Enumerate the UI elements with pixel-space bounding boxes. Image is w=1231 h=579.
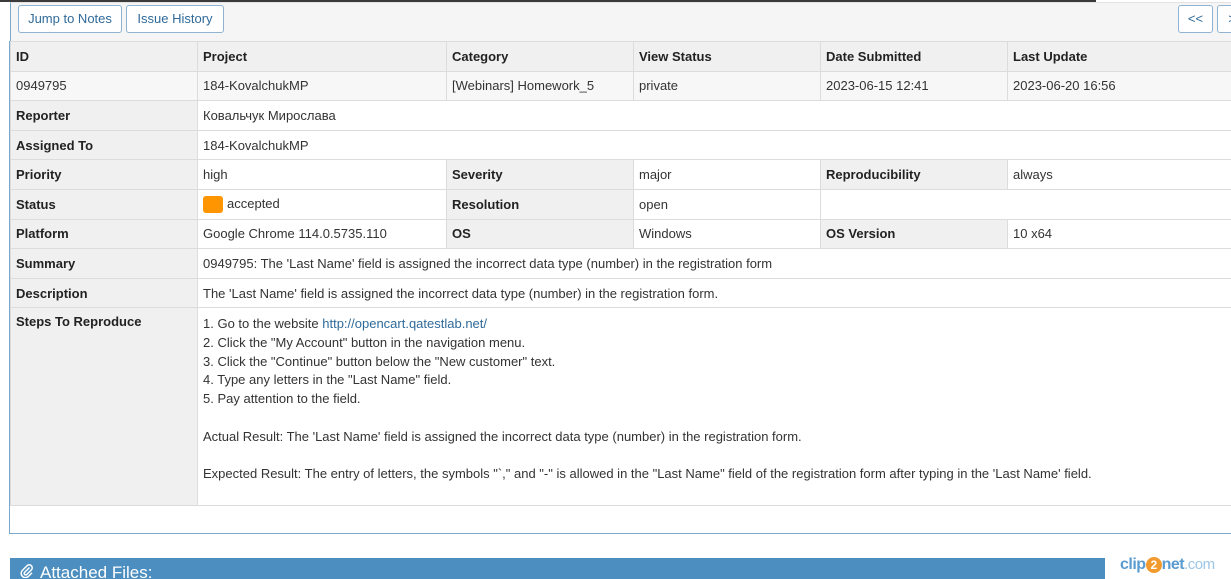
step-5: 5. Pay attention to the field. [203,391,361,407]
header-view-status: View Status [633,41,821,72]
summary-row: Summary 0949795: The 'Last Name' field i… [10,248,1231,279]
issue-date-submitted: 2023-06-15 12:41 [820,70,1008,102]
clip2net-watermark: clip 2 net.com [1120,556,1215,574]
platform-value: Google Chrome 114.0.5735.110 [197,218,447,250]
reporter-value: Ковальчук Мирослава [197,100,1231,131]
previous-issue-button[interactable]: << [1178,5,1213,33]
watermark-part-2: 2 [1145,557,1162,573]
severity-label: Severity [446,159,634,190]
header-category: Category [446,41,634,72]
header-row: ID Project Category View Status Date Sub… [10,41,1231,72]
watermark-part-b: net [1161,556,1185,573]
step-1: 1. Go to the website http://opencart.qat… [203,315,1231,334]
platform-label: Platform [10,218,198,250]
resolution-value: open [633,188,821,220]
header-date-submitted: Date Submitted [820,41,1008,72]
os-version-label: OS Version [820,218,1008,250]
issue-id: 0949795 [10,70,198,102]
status-label: Status [10,188,198,220]
next-issue-button[interactable]: > [1217,5,1231,33]
status-row-filler [820,188,1231,220]
os-value: Windows [633,218,821,250]
issue-summary-row: 0949795 184-KovalchukMP [Webinars] Homew… [10,70,1231,102]
reproducibility-label: Reproducibility [820,159,1008,190]
reporter-row: Reporter Ковальчук Мирослава [10,100,1231,131]
status-value: accepted [227,195,280,211]
reproducibility-value: always [1007,159,1231,190]
summary-value: 0949795: The 'Last Name' field is assign… [197,248,1231,279]
steps-label: Steps To Reproduce [10,307,198,507]
os-version-value: 10 x64 [1007,218,1231,250]
assigned-to-value: 184-KovalchukMP [197,129,1231,161]
severity-value: major [633,159,821,190]
watermark-part-a: clip [1120,556,1146,573]
expected-result: Expected Result: The entry of letters, t… [203,465,1092,481]
steps-row: Steps To Reproduce 1. Go to the website … [10,307,1231,507]
issue-category: [Webinars] Homework_5 [446,70,634,102]
step-3: 3. Click the "Continue" button below the… [203,353,556,369]
issue-details-table: ID Project Category View Status Date Sub… [10,41,1231,507]
step-4: 4. Type any letters in the "Last Name" f… [203,372,452,388]
jump-to-notes-button[interactable]: Jump to Notes [18,5,122,33]
actual-result: Actual Result: The 'Last Name' field is … [203,428,802,444]
assigned-to-label: Assigned To [10,129,198,161]
issue-last-update: 2023-06-20 16:56 [1007,70,1231,102]
website-link[interactable]: http://opencart.qatestlab.net/ [322,316,487,331]
header-last-update: Last Update [1007,41,1231,72]
paperclip-icon [20,559,34,579]
description-label: Description [10,277,198,309]
assigned-row: Assigned To 184-KovalchukMP [10,129,1231,161]
resolution-label: Resolution [446,188,634,220]
description-value: The 'Last Name' field is assigned the in… [197,277,1231,309]
reporter-label: Reporter [10,100,198,131]
step-1-text: 1. Go to the website [203,316,323,332]
step-2: 2. Click the "My Account" button in the … [203,335,526,351]
priority-row: Priority high Severity major Reproducibi… [10,159,1231,190]
priority-value: high [197,159,447,190]
description-row: Description The 'Last Name' field is ass… [10,277,1231,309]
steps-value: 1. Go to the website http://opencart.qat… [197,307,1231,507]
watermark-part-com: .com [1184,556,1215,573]
priority-label: Priority [10,159,198,190]
header-id: ID [10,41,198,72]
header-project: Project [197,41,447,72]
status-row: Status accepted Resolution open [10,188,1231,220]
issue-toolbar: Jump to Notes Issue History << > [10,2,1231,41]
status-cell: accepted [197,188,447,220]
status-color-icon [203,195,223,213]
issue-view-status: private [633,70,821,102]
attached-files-header[interactable]: Attached Files: [10,558,1105,579]
issue-history-button[interactable]: Issue History [126,5,224,33]
summary-label: Summary [10,248,198,279]
attached-files-title: Attached Files: [40,563,153,579]
issue-project: 184-KovalchukMP [197,70,447,102]
platform-row: Platform Google Chrome 114.0.5735.110 OS… [10,218,1231,250]
os-label: OS [446,218,634,250]
